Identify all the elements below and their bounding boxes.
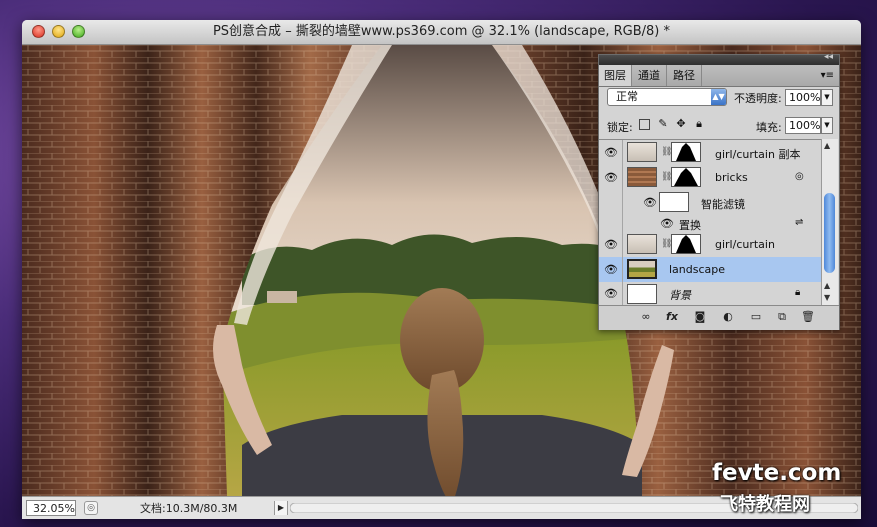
blend-mode-select[interactable]: 正常 ▲▼ — [607, 88, 727, 106]
new-layer-icon[interactable]: ⧉ — [775, 310, 789, 324]
layers-panel: ◂◂ 图层 通道 路径 ▾≡ 正常 ▲▼ 不透明度: 100% ▼ 锁定: ✎ … — [598, 52, 840, 330]
visibility-eye-icon[interactable]: 👁︎ — [659, 218, 675, 230]
opacity-field[interactable]: 100% — [785, 89, 821, 106]
scroll-up-arrow-icon[interactable]: ▲ — [824, 141, 830, 150]
visibility-eye-icon[interactable]: 👁︎ — [642, 197, 658, 209]
layer-thumbnail — [627, 284, 657, 304]
panel-menu-icon[interactable]: ▾≡ — [821, 65, 834, 86]
layer-name: landscape — [669, 263, 726, 276]
layer-list: 👁︎ ⛓︎ girl/curtain 副本 👁︎ ⛓︎ bricks ◎ 👁︎ — [599, 139, 821, 306]
layer-row[interactable]: 👁︎ ⛓︎ bricks ◎ — [599, 165, 821, 191]
lock-transparency-icon[interactable] — [639, 119, 650, 130]
panel-header-bar[interactable]: ◂◂ — [599, 52, 839, 65]
adjustment-layer-icon[interactable]: ◐ — [721, 310, 735, 324]
row-divider — [622, 215, 623, 232]
lock-brush-icon[interactable]: ✎ — [657, 118, 669, 130]
smart-filter-options-icon[interactable]: ◎ — [795, 171, 804, 182]
layer-row[interactable]: 👁︎ ⛓︎ girl/curtain — [599, 232, 821, 258]
layer-row-selected[interactable]: 👁︎ landscape — [599, 257, 821, 283]
layer-row[interactable]: 👁︎ 置换 ⇌ — [599, 215, 821, 233]
layer-name: girl/curtain — [715, 238, 775, 251]
tab-layers[interactable]: 图层 — [599, 65, 632, 86]
window-title: PS创意合成 – 撕裂的墙壁www.ps369.com @ 32.1% (lan… — [212, 24, 671, 39]
watermark-domain: fevte.com — [712, 460, 842, 486]
layer-name: 背景 — [669, 289, 691, 302]
lock-label: 锁定: — [607, 121, 633, 134]
layer-thumbnail — [627, 142, 657, 162]
smart-filter-mask-thumbnail — [659, 192, 689, 212]
lock-all-icon[interactable]: 🔒︎ — [693, 118, 705, 130]
visibility-eye-icon[interactable]: 👁︎ — [603, 264, 619, 276]
document-size-info: 文档:10.3M/80.3M — [140, 502, 238, 515]
filter-blending-options-icon[interactable]: ⇌ — [795, 217, 803, 228]
visibility-eye-icon[interactable]: 👁︎ — [603, 172, 619, 184]
new-group-icon[interactable]: ▭ — [749, 310, 763, 324]
layer-name: 智能滤镜 — [701, 198, 745, 211]
opacity-label: 不透明度: — [734, 92, 782, 105]
opacity-dropdown[interactable]: ▼ — [821, 89, 833, 106]
fill-label: 填充: — [756, 121, 782, 134]
zoom-level-field[interactable]: 32.05% — [26, 500, 76, 516]
status-info-icon[interactable]: ◎ — [84, 501, 98, 515]
status-menu-arrow-icon[interactable]: ▶ — [274, 501, 288, 515]
blend-mode-value: 正常 — [616, 90, 638, 103]
row-divider — [622, 190, 623, 215]
watermark-site-name: 飞特教程网 — [720, 494, 810, 515]
layer-mask-thumbnail — [671, 167, 701, 187]
tab-channels[interactable]: 通道 — [632, 65, 667, 86]
layer-thumbnail — [627, 167, 657, 187]
row-divider — [622, 140, 623, 165]
title-bar[interactable]: PS创意合成 – 撕裂的墙壁www.ps369.com @ 32.1% (lan… — [22, 20, 861, 45]
fill-dropdown[interactable]: ▼ — [821, 117, 833, 134]
layer-row[interactable]: 👁︎ 背景 🔒︎ — [599, 282, 821, 306]
layer-name: 置换 — [679, 219, 701, 232]
tab-paths[interactable]: 路径 — [667, 65, 702, 86]
dropdown-arrow-icon: ▲▼ — [711, 89, 726, 105]
collapse-icon[interactable]: ◂◂ — [824, 52, 833, 62]
layer-thumbnail — [627, 259, 657, 279]
row-divider — [622, 282, 623, 306]
layer-row[interactable]: 👁︎ 智能滤镜 — [599, 190, 821, 216]
visibility-eye-icon[interactable]: 👁︎ — [603, 288, 619, 300]
layer-mask-thumbnail — [671, 142, 701, 162]
layer-name: girl/curtain 副本 — [715, 148, 801, 161]
row-divider — [622, 165, 623, 190]
link-layers-icon[interactable]: ∞ — [639, 310, 653, 324]
layers-panel-footer: ∞ fx ◙ ◐ ▭ ⧉ 🗑︎ — [599, 305, 839, 330]
visibility-eye-icon[interactable]: 👁︎ — [603, 147, 619, 159]
row-divider — [622, 257, 623, 282]
layer-thumbnail — [627, 234, 657, 254]
scroll-thumb[interactable] — [824, 193, 835, 273]
layer-row[interactable]: 👁︎ ⛓︎ girl/curtain 副本 — [599, 140, 821, 166]
trash-icon[interactable]: 🗑︎ — [801, 310, 815, 324]
scroll-up-arrow-icon[interactable]: ▲ — [824, 281, 830, 290]
layers-vertical-scrollbar[interactable]: ▲ ▲ ▼ — [821, 139, 838, 305]
layer-name: bricks — [715, 171, 748, 184]
background-lock-icon: 🔒︎ — [795, 287, 801, 298]
visibility-eye-icon[interactable]: 👁︎ — [603, 239, 619, 251]
fill-field[interactable]: 100% — [785, 117, 821, 134]
scroll-down-arrow-icon[interactable]: ▼ — [824, 293, 830, 302]
layer-mask-thumbnail — [671, 234, 701, 254]
row-divider — [622, 232, 623, 257]
add-mask-icon[interactable]: ◙ — [693, 310, 707, 324]
layer-style-fx-icon[interactable]: fx — [665, 310, 679, 324]
panel-tabs: 图层 通道 路径 ▾≡ — [599, 65, 839, 87]
lock-move-icon[interactable]: ✥ — [675, 118, 687, 130]
